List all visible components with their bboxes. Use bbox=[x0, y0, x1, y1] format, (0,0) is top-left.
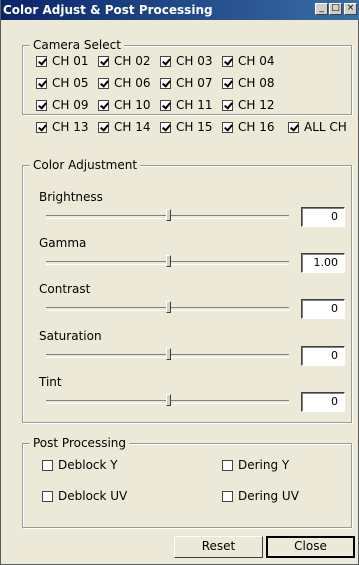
slider-thumb[interactable] bbox=[165, 209, 171, 221]
channel-label: CH 04 bbox=[238, 54, 275, 68]
channel-label: CH 13 bbox=[52, 120, 89, 134]
title-bar[interactable]: Color Adjust & Post Processing _ □ × bbox=[1, 0, 359, 20]
channel-checkbox-16[interactable]: CH 16 bbox=[222, 120, 275, 134]
channel-checkbox-12[interactable]: CH 12 bbox=[222, 98, 275, 112]
checkbox-icon bbox=[222, 99, 233, 111]
all-channels-checkbox[interactable]: ALL CH bbox=[288, 120, 347, 134]
slider-label: Contrast bbox=[39, 282, 91, 296]
channel-label: CH 03 bbox=[176, 54, 213, 68]
color-adjustment-legend: Color Adjustment bbox=[30, 158, 141, 172]
slider-value-field[interactable]: 0 bbox=[301, 392, 345, 412]
post-processing-group: Post Processing bbox=[22, 436, 352, 528]
close-button[interactable]: Close bbox=[266, 536, 355, 558]
channel-label: CH 05 bbox=[52, 76, 89, 90]
post-option-label: Deblock UV bbox=[58, 489, 128, 503]
color-adjust-dialog: Color Adjust & Post Processing _ □ × Cam… bbox=[0, 0, 359, 565]
checkbox-icon bbox=[222, 55, 233, 67]
camera-select-legend: Camera Select bbox=[30, 38, 124, 52]
channel-label: CH 09 bbox=[52, 98, 89, 112]
slider-label: Saturation bbox=[39, 329, 102, 343]
close-window-button[interactable]: × bbox=[344, 3, 357, 15]
post-option-checkbox[interactable]: Deblock UV bbox=[42, 489, 127, 503]
channel-checkbox-2[interactable]: CH 02 bbox=[98, 54, 151, 68]
post-option-checkbox[interactable]: Dering UV bbox=[222, 489, 299, 503]
checkbox-icon bbox=[222, 490, 233, 502]
slider-thumb[interactable] bbox=[165, 301, 171, 313]
checkbox-icon bbox=[98, 121, 109, 133]
post-option-checkbox[interactable]: Dering Y bbox=[222, 458, 289, 472]
channel-label: CH 15 bbox=[176, 120, 213, 134]
slider-value-field[interactable]: 0 bbox=[301, 346, 345, 366]
channel-checkbox-14[interactable]: CH 14 bbox=[98, 120, 151, 134]
channel-checkbox-1[interactable]: CH 01 bbox=[36, 54, 89, 68]
checkbox-icon bbox=[36, 99, 47, 111]
channel-checkbox-6[interactable]: CH 06 bbox=[98, 76, 151, 90]
checkbox-icon bbox=[42, 490, 53, 502]
channel-checkbox-8[interactable]: CH 08 bbox=[222, 76, 275, 90]
slider-label: Brightness bbox=[39, 190, 103, 204]
channel-checkbox-13[interactable]: CH 13 bbox=[36, 120, 89, 134]
channel-label: CH 02 bbox=[114, 54, 151, 68]
slider-label: Gamma bbox=[39, 236, 87, 250]
checkbox-icon bbox=[222, 459, 233, 471]
channel-label: CH 12 bbox=[238, 98, 275, 112]
slider-value-field[interactable]: 0 bbox=[301, 299, 345, 319]
post-option-label: Deblock Y bbox=[58, 458, 118, 472]
post-option-label: Dering Y bbox=[238, 458, 290, 472]
slider-thumb[interactable] bbox=[165, 348, 171, 360]
reset-button[interactable]: Reset bbox=[174, 536, 263, 558]
checkbox-icon bbox=[160, 99, 171, 111]
window-title: Color Adjust & Post Processing bbox=[3, 3, 213, 17]
checkbox-icon bbox=[222, 121, 233, 133]
checkbox-icon bbox=[98, 99, 109, 111]
checkbox-icon bbox=[160, 121, 171, 133]
slider-value-field[interactable]: 0 bbox=[301, 207, 345, 227]
channel-label: CH 16 bbox=[238, 120, 275, 134]
channel-checkbox-3[interactable]: CH 03 bbox=[160, 54, 213, 68]
channel-checkbox-4[interactable]: CH 04 bbox=[222, 54, 275, 68]
checkbox-icon bbox=[288, 121, 299, 133]
post-option-checkbox[interactable]: Deblock Y bbox=[42, 458, 118, 472]
slider-thumb[interactable] bbox=[165, 255, 171, 267]
checkbox-icon bbox=[98, 77, 109, 89]
channel-label: CH 08 bbox=[238, 76, 275, 90]
checkbox-icon bbox=[98, 55, 109, 67]
channel-label: CH 06 bbox=[114, 76, 151, 90]
checkbox-icon bbox=[160, 77, 171, 89]
channel-checkbox-11[interactable]: CH 11 bbox=[160, 98, 213, 112]
channel-label: CH 14 bbox=[114, 120, 151, 134]
channel-label: CH 11 bbox=[176, 98, 213, 112]
checkbox-icon bbox=[36, 55, 47, 67]
checkbox-icon bbox=[160, 55, 171, 67]
channel-label: CH 01 bbox=[52, 54, 89, 68]
minimize-button[interactable]: _ bbox=[315, 3, 328, 15]
channel-checkbox-7[interactable]: CH 07 bbox=[160, 76, 213, 90]
slider-value-field[interactable]: 1.00 bbox=[301, 253, 345, 273]
channel-checkbox-15[interactable]: CH 15 bbox=[160, 120, 213, 134]
checkbox-icon bbox=[222, 77, 233, 89]
channel-checkbox-9[interactable]: CH 09 bbox=[36, 98, 89, 112]
channel-checkbox-10[interactable]: CH 10 bbox=[98, 98, 151, 112]
post-option-label: Dering UV bbox=[238, 489, 299, 503]
checkbox-icon bbox=[42, 459, 53, 471]
maximize-button[interactable]: □ bbox=[329, 3, 342, 15]
slider-label: Tint bbox=[39, 375, 62, 389]
checkbox-icon bbox=[36, 77, 47, 89]
channel-label: CH 07 bbox=[176, 76, 213, 90]
checkbox-icon bbox=[36, 121, 47, 133]
slider-thumb[interactable] bbox=[165, 394, 171, 406]
post-processing-legend: Post Processing bbox=[30, 436, 129, 450]
channel-checkbox-5[interactable]: CH 05 bbox=[36, 76, 89, 90]
all-channels-label: ALL CH bbox=[304, 120, 347, 134]
channel-label: CH 10 bbox=[114, 98, 151, 112]
